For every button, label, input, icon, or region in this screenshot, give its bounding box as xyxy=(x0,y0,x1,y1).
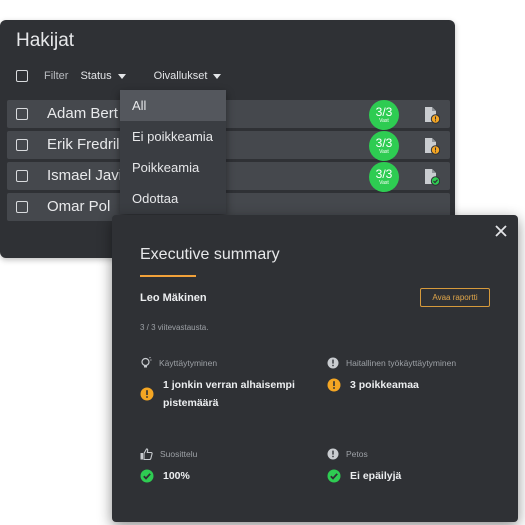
score-sub: Vast xyxy=(379,149,389,155)
recommendation-value-text: 100% xyxy=(163,470,190,482)
behaviour-value-line1: 1 jonkin verran alhaisempi xyxy=(163,379,295,391)
document-check-icon[interactable] xyxy=(424,168,440,186)
panel-title: Hakijat xyxy=(16,30,75,51)
references-text: 3 / 3 viitevastausta. xyxy=(140,323,209,332)
harmful-behaviour-value-text: 3 poikkeamaa xyxy=(350,379,419,391)
behaviour-value: 1 jonkin verran alhaisempi pistemäärä xyxy=(140,376,295,412)
oivallukset-menu: All Ei poikkeamia Poikkeamia Odottaa xyxy=(120,90,226,214)
row-checkbox[interactable] xyxy=(16,201,28,213)
score-value: 3/3 xyxy=(375,167,393,181)
caret-down-icon xyxy=(213,73,222,79)
score-badge: 3/3 Vast xyxy=(369,162,399,192)
behaviour-label-text: Käyttäytyminen xyxy=(159,358,218,368)
applicant-name: Omar Pol xyxy=(47,198,111,215)
close-icon[interactable] xyxy=(494,224,508,238)
fraud-label: Petos xyxy=(327,448,368,460)
table-row[interactable]: Erik Fredril 3/3 Vast xyxy=(7,131,450,161)
caret-down-icon xyxy=(117,73,126,79)
oivallukset-dropdown-label: Oivallukset xyxy=(153,70,208,82)
harmful-behaviour-label: Haitallinen työkäyttäytyminen xyxy=(327,357,456,369)
modal-title: Executive summary xyxy=(140,246,280,263)
menu-item-poikkeamia[interactable]: Poikkeamia xyxy=(120,152,226,183)
score-sub: Vast xyxy=(379,118,389,124)
info-icon xyxy=(327,357,339,369)
open-report-button[interactable]: Avaa raportti xyxy=(420,288,490,307)
fraud-value-text: Ei epäilyjä xyxy=(350,470,402,482)
executive-summary-modal: Executive summary Leo Mäkinen Avaa rapor… xyxy=(112,215,518,522)
check-icon xyxy=(140,469,154,483)
warning-icon xyxy=(327,378,341,392)
menu-item-ei-poikkeamia[interactable]: Ei poikkeamia xyxy=(120,121,226,152)
status-dropdown[interactable]: Status xyxy=(80,70,126,82)
info-icon xyxy=(327,448,339,460)
lightbulb-icon xyxy=(141,357,152,368)
harmful-behaviour-value: 3 poikkeamaa xyxy=(327,376,419,394)
check-icon xyxy=(327,469,341,483)
document-warning-icon[interactable] xyxy=(424,106,440,124)
candidate-name: Leo Mäkinen xyxy=(140,292,207,304)
oivallukset-dropdown[interactable]: Oivallukset xyxy=(154,70,222,82)
select-all-checkbox[interactable] xyxy=(16,70,28,82)
fraud-label-text: Petos xyxy=(346,449,368,459)
applicant-name: Erik Fredril xyxy=(47,136,120,153)
score-badge: 3/3 Vast xyxy=(369,131,399,161)
warning-icon xyxy=(140,387,154,401)
toolbar: Filter Status Oivallukset xyxy=(16,68,222,84)
table-row[interactable]: Adam Bert 3/3 Vast xyxy=(7,100,450,130)
fraud-value: Ei epäilyjä xyxy=(327,467,401,485)
recommendation-label: Suosittelu xyxy=(140,448,197,460)
recommendation-value: 100% xyxy=(140,467,190,485)
thumbs-up-icon xyxy=(140,448,153,460)
applicant-name: Adam Bert xyxy=(47,105,118,122)
menu-item-odottaa[interactable]: Odottaa xyxy=(120,183,226,214)
status-dropdown-label: Status xyxy=(80,70,112,82)
row-checkbox[interactable] xyxy=(16,108,28,120)
applicant-name: Ismael Javi xyxy=(47,167,123,184)
title-underline xyxy=(140,275,196,277)
document-warning-icon[interactable] xyxy=(424,137,440,155)
score-sub: Vast xyxy=(379,180,389,186)
row-checkbox[interactable] xyxy=(16,139,28,151)
filter-label: Filter xyxy=(44,70,69,82)
score-badge: 3/3 Vast xyxy=(369,100,399,130)
recommendation-label-text: Suosittelu xyxy=(160,449,198,459)
score-value: 3/3 xyxy=(375,105,393,119)
behaviour-value-line2: pistemäärä xyxy=(163,397,219,409)
score-value: 3/3 xyxy=(375,136,393,150)
menu-item-all[interactable]: All xyxy=(120,90,226,121)
behaviour-label: Käyttäytyminen xyxy=(140,357,217,369)
table-row[interactable]: Ismael Javi 3/3 Vast xyxy=(7,162,450,192)
harmful-behaviour-label-text: Haitallinen työkäyttäytyminen xyxy=(346,358,457,368)
row-checkbox[interactable] xyxy=(16,170,28,182)
